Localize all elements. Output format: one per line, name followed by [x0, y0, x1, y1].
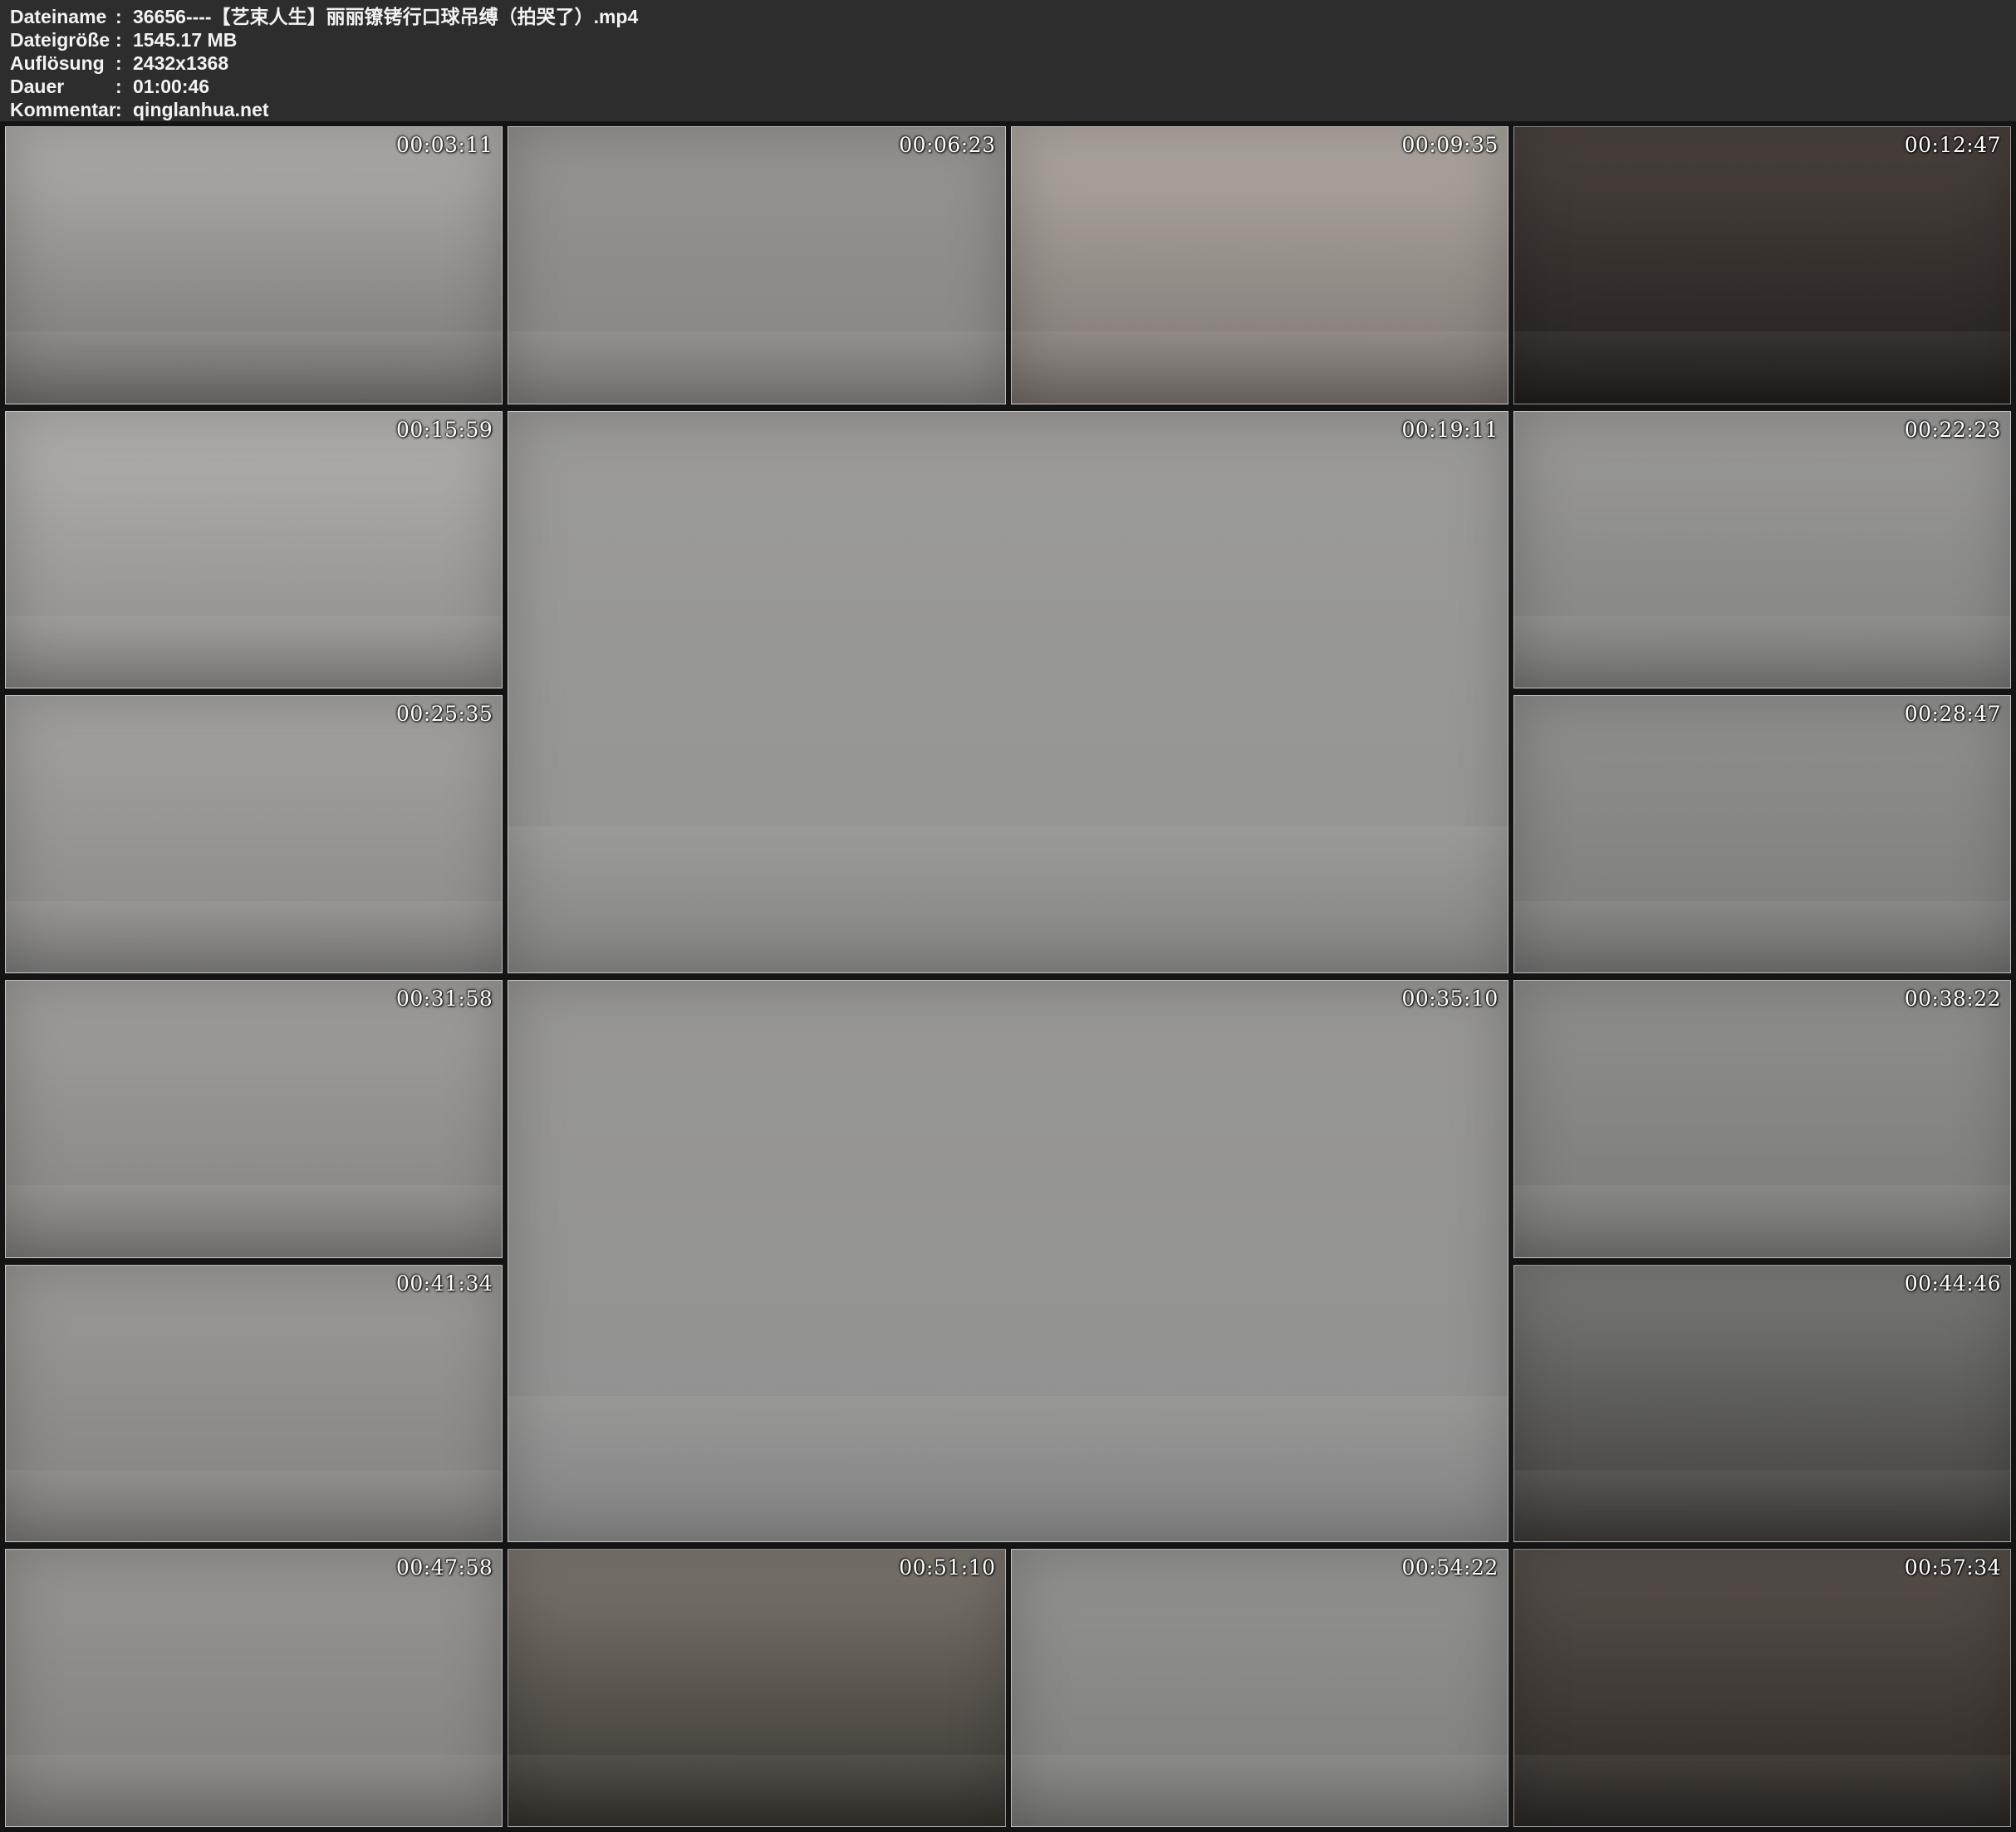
video-thumbnail: 00:28:47	[1513, 695, 2011, 973]
video-thumbnail: 00:57:34	[1513, 1549, 2011, 1827]
duration-separator: :	[115, 75, 133, 98]
thumbnail-timestamp: 00:31:58	[396, 987, 493, 1011]
file-info-row-comment: Kommentar : qinglanhua.net	[10, 98, 2016, 121]
video-thumbnail: 00:51:10	[508, 1549, 1005, 1827]
thumbnail-timestamp: 00:09:35	[1401, 133, 1498, 157]
filesize-separator: :	[115, 28, 133, 51]
video-thumbnail: 00:31:58	[5, 980, 503, 1258]
resolution-label: Auflösung	[10, 51, 115, 75]
video-thumbnail: 00:09:35	[1011, 126, 1508, 404]
thumbnail-timestamp: 00:51:10	[899, 1555, 995, 1580]
video-thumbnail: 00:15:59	[5, 411, 503, 689]
video-thumbnail: 00:35:10	[508, 980, 1508, 1542]
filename-value: 36656----【艺束人生】丽丽镣铐行口球吊缚（拍哭了）.mp4	[133, 5, 638, 28]
comment-separator: :	[115, 98, 133, 121]
file-info-row-filename: Dateiname : 36656----【艺束人生】丽丽镣铐行口球吊缚（拍哭了…	[10, 5, 2016, 28]
thumbnail-timestamp: 00:19:11	[1401, 418, 1498, 442]
video-thumbnail: 00:41:34	[5, 1265, 503, 1543]
resolution-separator: :	[115, 51, 133, 75]
file-info-header: Dateiname : 36656----【艺束人生】丽丽镣铐行口球吊缚（拍哭了…	[0, 0, 2016, 121]
thumbnail-timestamp: 00:28:47	[1905, 702, 2001, 726]
resolution-value: 2432x1368	[133, 51, 228, 75]
file-info-row-duration: Dauer : 01:00:46	[10, 75, 2016, 98]
video-thumbnail: 00:38:22	[1513, 980, 2011, 1258]
video-thumbnail: 00:03:11	[5, 126, 503, 404]
thumbnail-timestamp: 00:15:59	[396, 418, 493, 442]
thumbnail-timestamp: 00:57:34	[1905, 1555, 2001, 1580]
filesize-label: Dateigröße	[10, 28, 115, 51]
video-thumbnail: 00:22:23	[1513, 411, 2011, 689]
duration-label: Dauer	[10, 75, 115, 98]
duration-value: 01:00:46	[133, 75, 209, 98]
thumbnail-timestamp: 00:25:35	[396, 702, 493, 726]
thumbnail-timestamp: 00:54:22	[1401, 1555, 1498, 1580]
thumbnail-timestamp: 00:12:47	[1905, 133, 2001, 157]
video-thumbnail: 00:12:47	[1513, 126, 2011, 404]
filesize-value: 1545.17 MB	[133, 28, 237, 51]
video-thumbnail: 00:06:23	[508, 126, 1005, 404]
comment-value: qinglanhua.net	[133, 98, 269, 121]
video-thumbnail: 00:54:22	[1011, 1549, 1508, 1827]
file-info-row-filesize: Dateigröße : 1545.17 MB	[10, 28, 2016, 51]
filename-label: Dateiname	[10, 5, 115, 28]
video-thumbnail: 00:44:46	[1513, 1265, 2011, 1543]
thumbnail-timestamp: 00:22:23	[1905, 418, 2001, 442]
thumbnail-grid: 00:03:11 00:06:23 00:09:35 00:12:47 00:15:59…	[0, 121, 2016, 1832]
filename-separator: :	[115, 5, 133, 28]
file-info-row-resolution: Auflösung : 2432x1368	[10, 51, 2016, 75]
comment-label: Kommentar	[10, 98, 115, 121]
video-thumbnail: 00:25:35	[5, 695, 503, 973]
thumbnail-timestamp: 00:44:46	[1905, 1271, 2001, 1296]
thumbnail-timestamp: 00:06:23	[899, 133, 995, 157]
thumbnail-timestamp: 00:38:22	[1905, 987, 2001, 1011]
video-thumbnail: 00:19:11	[508, 411, 1508, 973]
thumbnail-timestamp: 00:47:58	[396, 1555, 493, 1580]
thumbnail-timestamp: 00:41:34	[396, 1271, 493, 1296]
thumbnail-timestamp: 00:03:11	[396, 133, 493, 157]
thumbnail-timestamp: 00:35:10	[1401, 987, 1498, 1011]
video-thumbnail: 00:47:58	[5, 1549, 503, 1827]
